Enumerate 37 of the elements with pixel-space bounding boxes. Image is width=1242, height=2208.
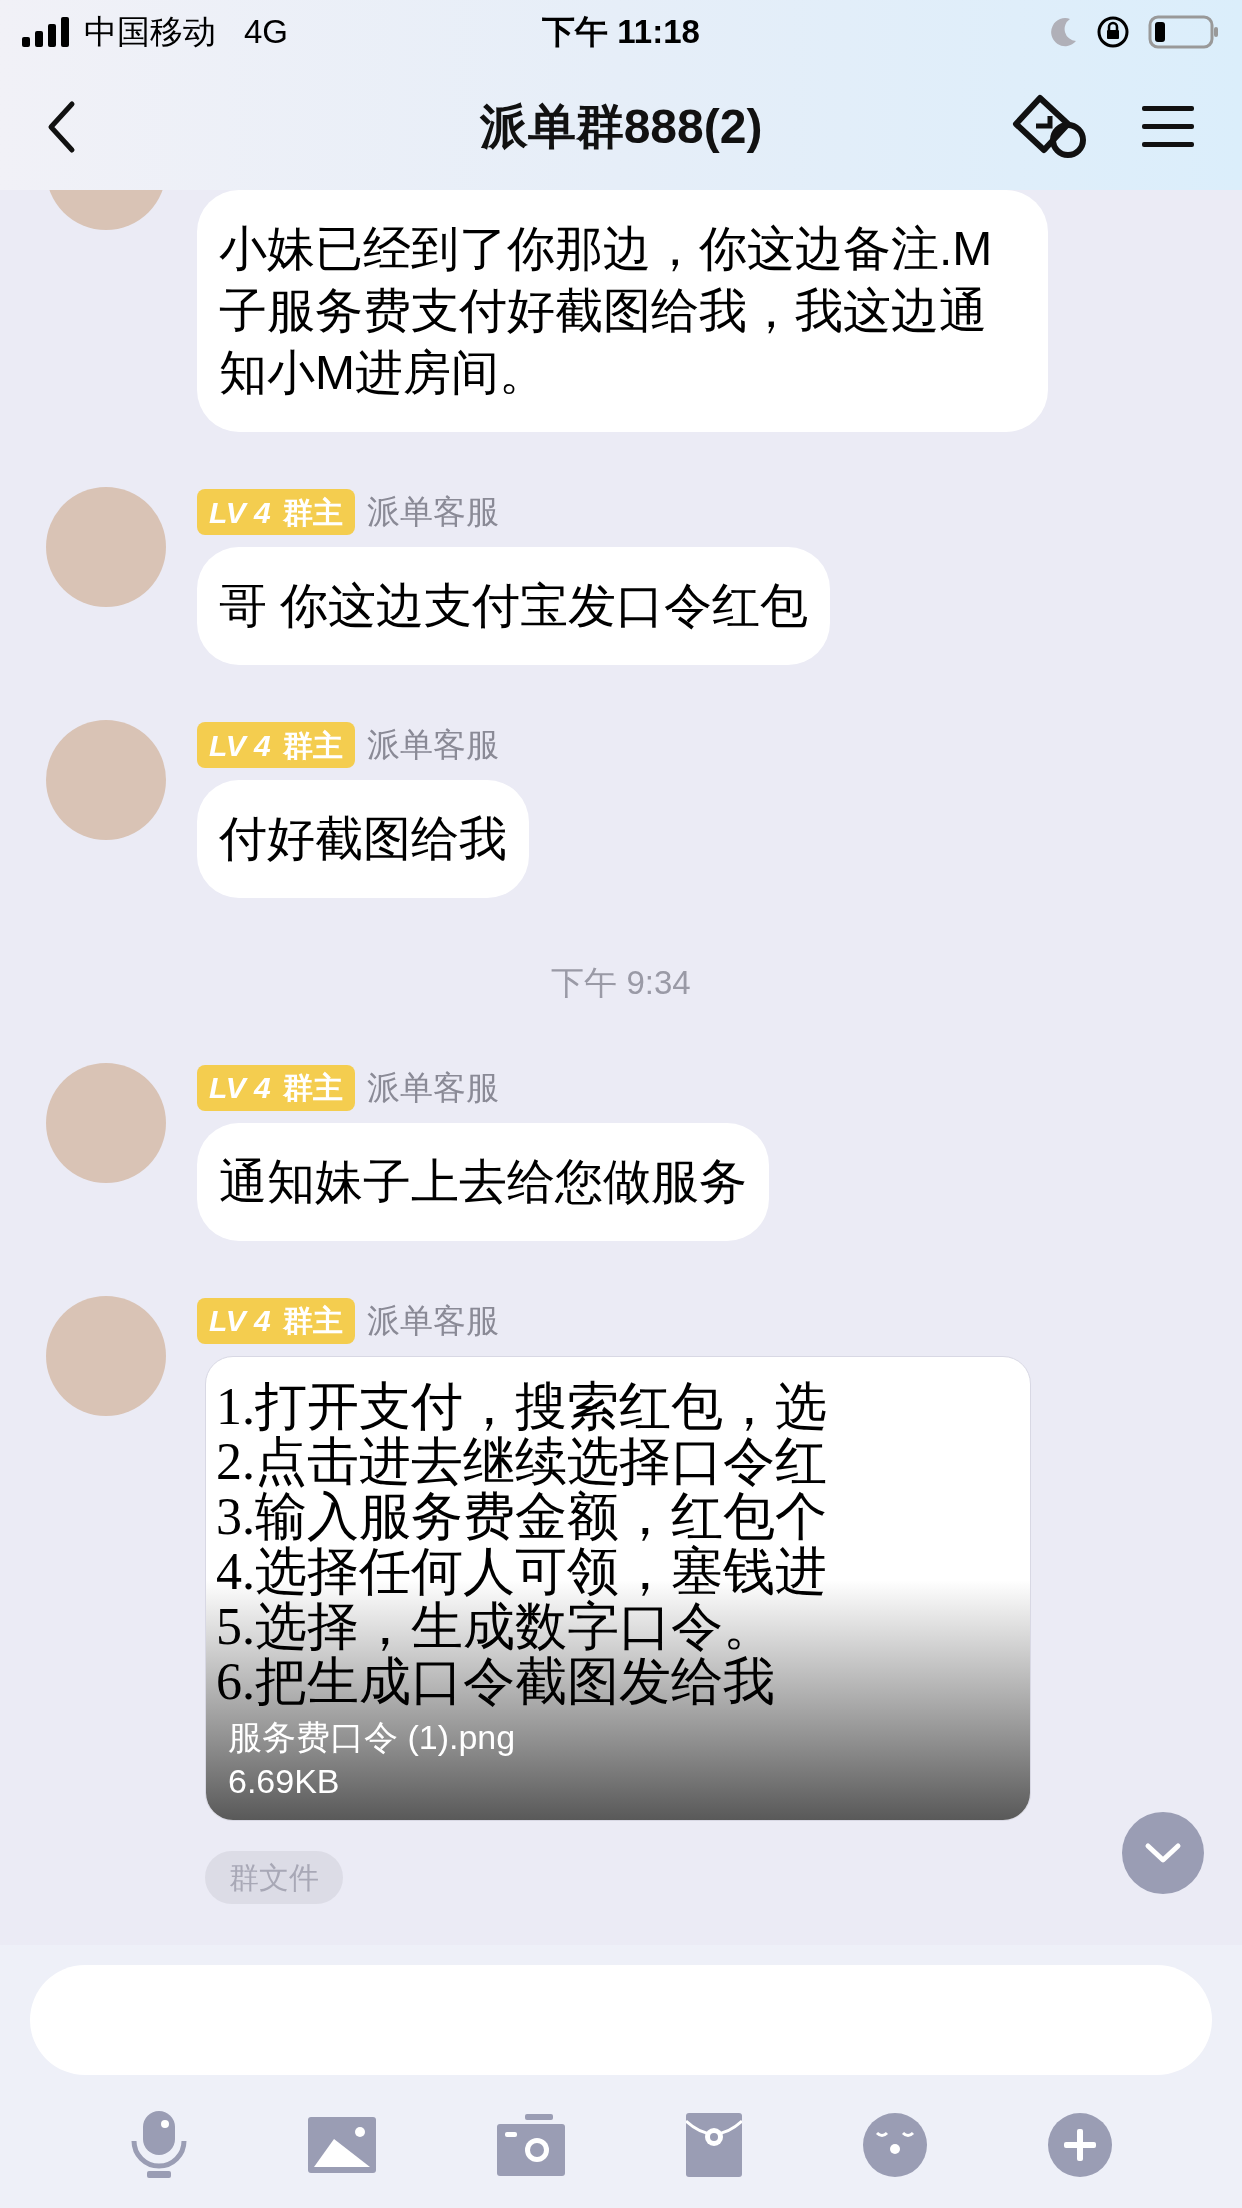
level-badge: LV 4 群主: [197, 722, 355, 768]
file-name: 服务费口令 (1).png: [228, 1716, 516, 1758]
rotation-lock-icon: [1096, 15, 1130, 49]
level-badge: LV 4 群主: [197, 489, 355, 535]
message-bubble: 付好截图给我: [197, 780, 529, 898]
camera-icon[interactable]: [496, 2114, 565, 2176]
image-text-line: 2.点击进去继续选择口令红: [216, 1433, 828, 1489]
chat-title: 派单群888(2): [479, 99, 763, 155]
image-text-line: 6.把生成口令截图发给我: [216, 1653, 776, 1709]
timestamp: 下午 9:34: [551, 963, 691, 1003]
image-text-line: 4.选择任何人可领，塞钱进: [216, 1543, 828, 1599]
sender-name: 派单客服: [366, 1067, 499, 1108]
file-size: 6.69KB: [228, 1760, 340, 1802]
clock: 下午 11:18: [542, 12, 700, 53]
envelope-icon[interactable]: [685, 2113, 742, 2177]
chevron-down-icon: [1143, 1841, 1183, 1865]
emoji-icon[interactable]: [862, 2113, 927, 2177]
sender-name: 派单客服: [366, 492, 499, 533]
message-bubble: 哥 你这边支付宝发口令红包: [197, 547, 831, 665]
image-file-card[interactable]: 1.打开支付，搜索红包，选 2.点击进去继续选择口令红 3.输入服务费金额，红包个 4.选择任何人可领，塞钱进 5.选择，生成数字口令。 6.把生成口令截图发给我 服务费口令 (1).png 6.69KB: [205, 1355, 1031, 1821]
image-text-line: 1.打开支付，搜索红包，选: [216, 1378, 828, 1434]
level-badge: LV 4 群主: [197, 1064, 355, 1111]
battery-icon: [1148, 15, 1220, 49]
image-text-line: 5.选择，生成数字口令。: [216, 1598, 776, 1654]
level-badge: LV 4 群主: [197, 1297, 355, 1344]
network-type: 4G: [244, 12, 289, 53]
image-icon[interactable]: [307, 2117, 376, 2173]
sender-name: 派单客服: [366, 725, 499, 766]
signal-icon: [22, 17, 72, 47]
sender-name: 派单客服: [366, 1300, 499, 1341]
message-bubble: 小妹已经到了你那边，你这边备注.M子服务费支付好截图给我，我这边通知小M进房间。: [197, 190, 1048, 432]
microphone-icon[interactable]: [130, 2111, 187, 2179]
image-text-line: 3.输入服务费金额，红包个: [216, 1488, 828, 1544]
carrier: 中国移动: [84, 12, 216, 53]
moon-icon: [1050, 17, 1078, 47]
plus-icon[interactable]: [1047, 2113, 1112, 2177]
message-bubble: 通知妹子上去给您做服务: [197, 1122, 769, 1241]
